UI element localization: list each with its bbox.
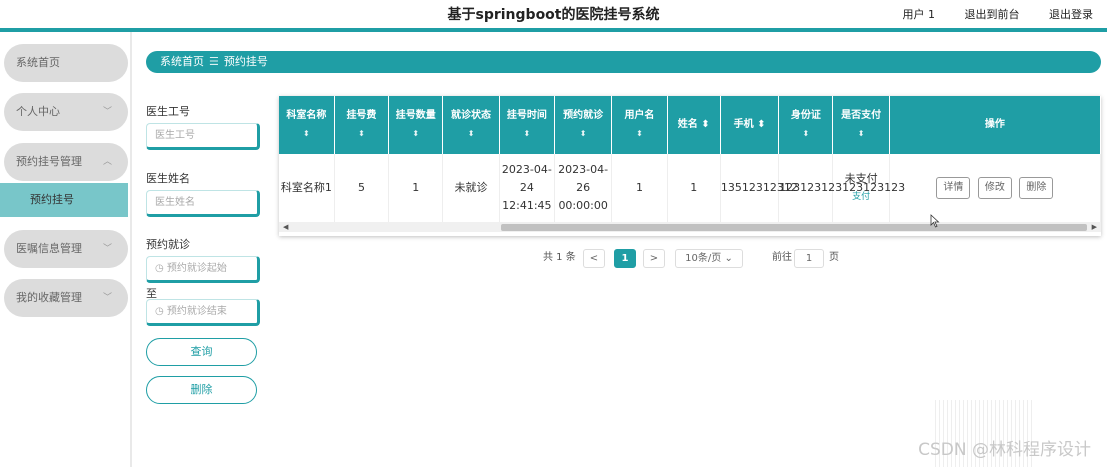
page-1-button[interactable]: 1	[614, 249, 636, 268]
sidebar-item-label: 预约挂号管理	[16, 155, 82, 168]
sort-icon[interactable]: ⬍	[500, 125, 554, 143]
doctor-name-input[interactable]: 医生姓名	[146, 190, 260, 217]
pagination-total: 共 1 条	[543, 252, 576, 263]
cell-reg-time: 2023-04-24 12:41:45	[499, 154, 555, 222]
sidebar-item-advice-mgmt[interactable]: 医嘱信息管理 ﹀	[4, 230, 128, 268]
sort-icon[interactable]: ⬍	[757, 119, 765, 130]
doctor-id-label: 医生工号	[146, 105, 190, 118]
column-header[interactable]: 是否支付 ⬍	[832, 96, 890, 154]
visit-start-input[interactable]: ◷ 预约就诊起始	[146, 256, 260, 283]
cell-status: 未就诊	[442, 154, 500, 222]
table-row: 科室名称1 5 1 未就诊 2023-04-24 12:41:45 2023-0…	[279, 154, 1102, 222]
paid-status: 未支付	[844, 172, 878, 185]
next-page-button[interactable]: >	[643, 249, 665, 268]
query-button[interactable]: 查询	[146, 338, 257, 366]
chevron-down-icon: ﹀	[102, 244, 112, 254]
sort-icon[interactable]: ⬍	[443, 125, 498, 143]
goto-label: 前往	[772, 252, 792, 263]
scrollbar-thumb[interactable]	[501, 224, 1087, 231]
sidebar-item-appointment[interactable]: 预约挂号	[0, 183, 128, 217]
horizontal-scrollbar[interactable]: ◀ ▶	[279, 222, 1101, 232]
back-to-front-link[interactable]: 退出到前台	[965, 8, 1020, 21]
cell-fee: 5	[334, 154, 390, 222]
breadcrumb-home[interactable]: 系统首页	[160, 55, 204, 68]
goto-page-input[interactable]: 1	[794, 249, 824, 268]
sort-icon[interactable]: ⬍	[335, 125, 388, 143]
cell-phone: 13512312312	[720, 154, 798, 222]
cell-id-card: 123123123123123123	[778, 154, 905, 222]
chevron-up-icon: ︿	[102, 157, 112, 167]
column-header[interactable]: 身份证 ⬍	[778, 96, 834, 154]
sort-icon[interactable]: ⬍	[279, 125, 334, 143]
sort-icon[interactable]: ⬍	[389, 125, 442, 143]
sidebar: 系统首页 个人中心 ﹀ 预约挂号管理 ︿ 预约挂号 医嘱信息管理 ﹀ 我的收藏管…	[0, 32, 132, 467]
chevron-down-icon: ⌄	[724, 253, 733, 264]
scroll-left-icon[interactable]: ◀	[283, 222, 288, 232]
sidebar-item-favorites-mgmt[interactable]: 我的收藏管理 ﹀	[4, 279, 128, 317]
column-header: 操作	[889, 96, 1102, 154]
column-header[interactable]: 科室名称 ⬍	[279, 96, 335, 154]
logout-link[interactable]: 退出登录	[1049, 8, 1093, 21]
user-name: 用户 1	[902, 8, 936, 21]
sidebar-item-label: 我的收藏管理	[16, 291, 82, 304]
chevron-down-icon: ﹀	[102, 293, 112, 303]
visit-date-label: 预约就诊	[146, 238, 190, 251]
cell-visit-time: 2023-04-26 00:00:00	[554, 154, 613, 222]
doctor-name-label: 医生姓名	[146, 172, 190, 185]
sidebar-item-label: 医嘱信息管理	[16, 242, 82, 255]
appointment-table: 科室名称 ⬍ 挂号费 ⬍ 挂号数量 ⬍ 就诊状态 ⬍ 挂号时间 ⬍ 预约就诊 ⬍ 用户名 ⬍ …	[279, 96, 1102, 236]
chevron-down-icon: ﹀	[102, 107, 112, 117]
column-header[interactable]: 手机 ⬍	[720, 96, 780, 154]
sort-icon[interactable]: ⬍	[555, 125, 611, 143]
row-delete-button[interactable]: 删除	[1019, 177, 1054, 199]
sidebar-item-home[interactable]: 系统首页	[4, 44, 128, 82]
column-header[interactable]: 用户名 ⬍	[611, 96, 668, 154]
breadcrumb: 系统首页 ☰ 预约挂号	[146, 51, 1101, 73]
scroll-right-icon[interactable]: ▶	[1092, 222, 1097, 232]
sidebar-item-label: 系统首页	[16, 56, 60, 69]
column-header[interactable]: 挂号费 ⬍	[334, 96, 390, 154]
sort-icon[interactable]: ⬍	[833, 125, 888, 143]
cell-count: 1	[388, 154, 444, 222]
page-suffix: 页	[829, 252, 839, 263]
column-header[interactable]: 挂号数量 ⬍	[388, 96, 444, 154]
cell-name: 1	[667, 154, 721, 222]
detail-button[interactable]: 详情	[936, 177, 971, 199]
column-header[interactable]: 挂号时间 ⬍	[499, 96, 555, 154]
table-header-row: 科室名称 ⬍ 挂号费 ⬍ 挂号数量 ⬍ 就诊状态 ⬍ 挂号时间 ⬍ 预约就诊 ⬍ 用户名 ⬍ …	[279, 96, 1102, 154]
edit-button[interactable]: 修改	[977, 177, 1012, 199]
page-size-select[interactable]: 10条/页 ⌄	[675, 249, 743, 268]
sidebar-item-label: 预约挂号	[30, 193, 74, 206]
cell-actions: 详情 修改 删除	[889, 154, 1102, 222]
mouse-cursor-icon	[930, 214, 940, 228]
cell-username: 1	[611, 154, 668, 222]
header-divider	[0, 28, 1107, 32]
sidebar-item-appointment-mgmt[interactable]: 预约挂号管理 ︿	[4, 143, 128, 181]
column-header[interactable]: 姓名 ⬍	[667, 96, 721, 154]
menu-icon: ☰	[209, 55, 219, 68]
prev-page-button[interactable]: <	[583, 249, 605, 268]
watermark: CSDN @林科程序设计	[918, 440, 1091, 460]
top-bar: 基于springboot的医院挂号系统 用户 1 退出到前台 退出登录	[0, 0, 1107, 28]
sidebar-item-personal[interactable]: 个人中心 ﹀	[4, 93, 128, 131]
sort-icon[interactable]: ⬍	[612, 125, 666, 143]
sort-icon[interactable]: ⬍	[779, 125, 832, 143]
delete-button[interactable]: 删除	[146, 376, 257, 404]
sidebar-item-label: 个人中心	[16, 105, 60, 118]
column-header[interactable]: 就诊状态 ⬍	[442, 96, 500, 154]
doctor-id-input[interactable]: 医生工号	[146, 123, 260, 150]
column-header[interactable]: 预约就诊 ⬍	[554, 96, 613, 154]
visit-end-input[interactable]: ◷ 预约就诊结束	[146, 299, 260, 326]
breadcrumb-current: 预约挂号	[223, 55, 268, 68]
sort-icon[interactable]: ⬍	[701, 119, 709, 130]
cell-dept: 科室名称1	[279, 154, 335, 222]
